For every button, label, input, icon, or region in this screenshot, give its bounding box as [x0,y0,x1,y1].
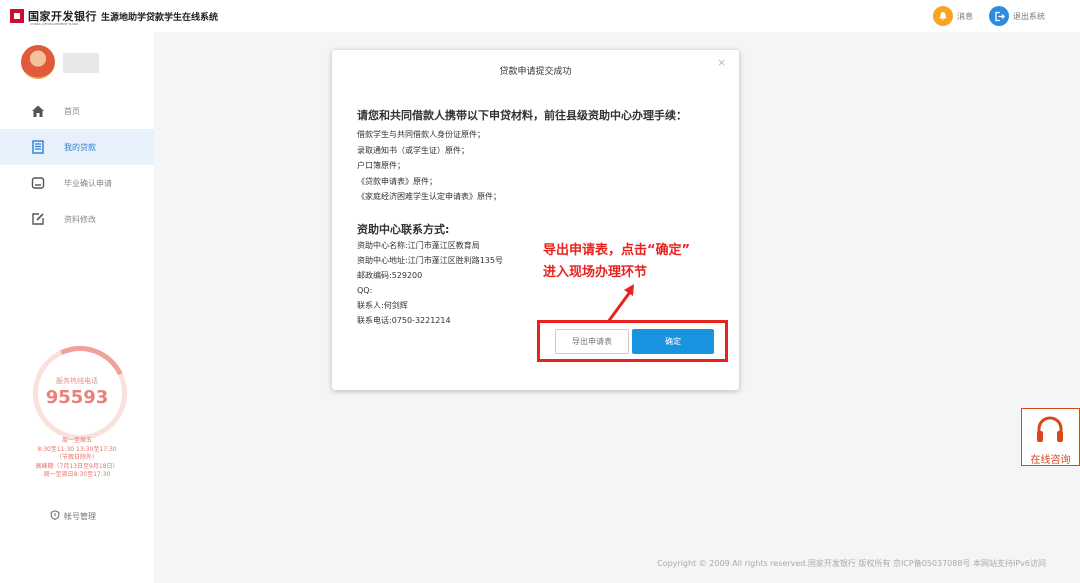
sidebar-item-profile-edit[interactable]: 资料修改 [0,201,154,237]
bell-icon [933,6,953,26]
list-item: 《家庭经济困难学生认定申请表》原件； [357,192,501,201]
graduation-icon [30,175,46,191]
annotation-line: 导出申请表，点击“确定” [543,243,691,258]
account-management-link[interactable]: 帐号管理 [50,510,96,522]
account-management-label: 帐号管理 [64,511,96,521]
materials-list: 借款学生与共同借款人身份证原件； 录取通知书（或学生证）原件； 户口簿原件； 《… [357,127,501,205]
hotline-number: 95593 [45,387,109,408]
list-item: 《贷款申请表》原件； [357,176,437,186]
service-hours: 周一至周五 8:30至11:30 13:30至17:30 （节假日除外） 高峰期… [0,437,154,480]
bank-logo-icon [10,9,24,23]
sidebar-nav: 首页 我的贷款 毕业确认申请 资料修改 [0,93,154,237]
sidebar-item-label: 首页 [64,106,80,116]
sidebar-item-label: 毕业确认申请 [64,178,112,188]
bank-name-en: CHINA DEVELOPMENT BANK [30,22,79,26]
hours-line: 8:30至11:30 13:30至17:30 [37,445,117,453]
sidebar-item-label: 我的贷款 [64,142,96,152]
shield-icon [50,510,60,522]
list-item: 资助中心名称:江门市蓬江区教育局 [357,241,480,250]
sidebar-item-label: 资料修改 [64,214,96,224]
list-item: 借款学生与共同借款人身份证原件； [357,130,485,139]
logout-label: 退出系统 [1013,11,1045,21]
hours-line: （节假日除外） [55,454,98,461]
hotline-label: 服务热线电话 [56,377,98,385]
online-consult-button[interactable]: 在线咨询 [1021,408,1080,466]
close-icon[interactable]: × [717,56,726,69]
hours-line: 周一至周日8:30至17:30 [43,471,111,478]
list-item: 邮政编码:529200 [357,271,423,280]
logout-icon [989,6,1009,26]
hours-line: 高峰期（7月13日至9月18日） [35,462,119,470]
home-icon [30,103,46,119]
sidebar-item-home[interactable]: 首页 [0,93,154,129]
dialog-title: 贷款申请提交成功 [499,67,572,77]
sidebar-item-graduation[interactable]: 毕业确认申请 [0,165,154,201]
list-item: 户口簿原件； [357,161,405,170]
sidebar-item-my-loans[interactable]: 我的贷款 [0,129,154,165]
list-item: 录取通知书（或学生证）原件； [357,145,469,155]
app-header: 国家开发银行 CHINA DEVELOPMENT BANK 生源地助学贷款学生在… [0,0,1080,32]
hours-line: 周一至周五 [61,437,92,444]
messages-button[interactable]: 消息 [933,6,973,26]
annotation-highlight-box [537,320,728,362]
contact-list: 资助中心名称:江门市蓬江区教育局 资助中心地址:江门市蓬江区胜利路135号 邮政… [357,238,503,328]
annotation-arrow-icon [606,284,634,323]
document-icon [30,139,46,155]
avatar[interactable] [21,45,55,79]
system-title: 生源地助学贷款学生在线系统 [101,13,219,23]
list-item: 联系电话:0750-3221214 [357,316,451,325]
footer-copyright: Copyright © 2009 All rights reserved.国家开… [657,559,1046,568]
user-name-redacted [62,52,100,74]
edit-icon [30,211,46,227]
headset-icon [1034,415,1066,445]
contact-heading: 资助中心联系方式: [357,223,450,236]
list-item: QQ: [357,286,373,295]
list-item: 联系人:何剑辉 [357,301,408,310]
messages-label: 消息 [957,11,973,21]
logout-button[interactable]: 退出系统 [989,6,1045,26]
sidebar: 首页 我的贷款 毕业确认申请 资料修改 服务热线电话 95593 周一至周五 8… [0,32,154,583]
list-item: 资助中心地址:江门市蓬江区胜利路135号 [357,256,503,265]
online-consult-label: 在线咨询 [1030,455,1071,466]
annotation-text: 导出申请表，点击“确定” 进入现场办理环节 [543,240,690,284]
materials-heading: 请您和共同借款人携带以下申贷材料，前往县级资助中心办理手续： [357,109,687,122]
annotation-line: 进入现场办理环节 [543,265,648,280]
